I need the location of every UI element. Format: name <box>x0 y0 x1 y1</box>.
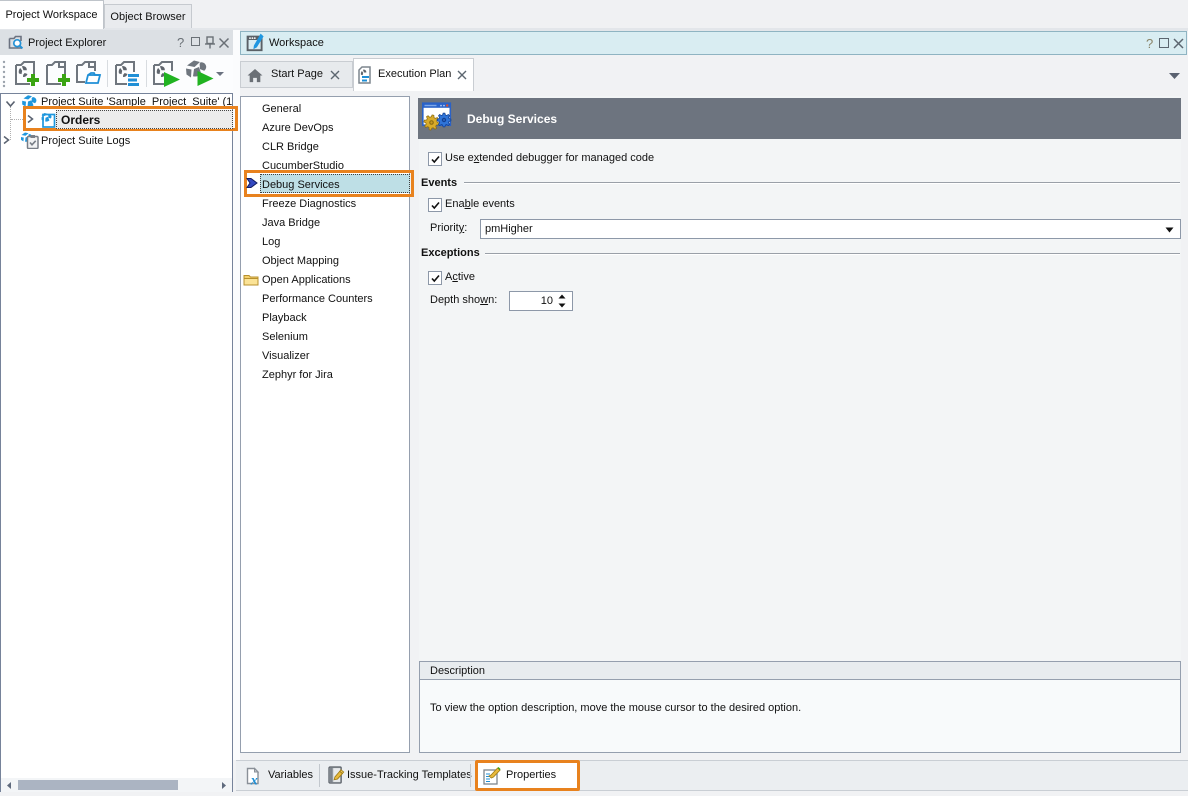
svg-text:x: x <box>250 774 258 788</box>
